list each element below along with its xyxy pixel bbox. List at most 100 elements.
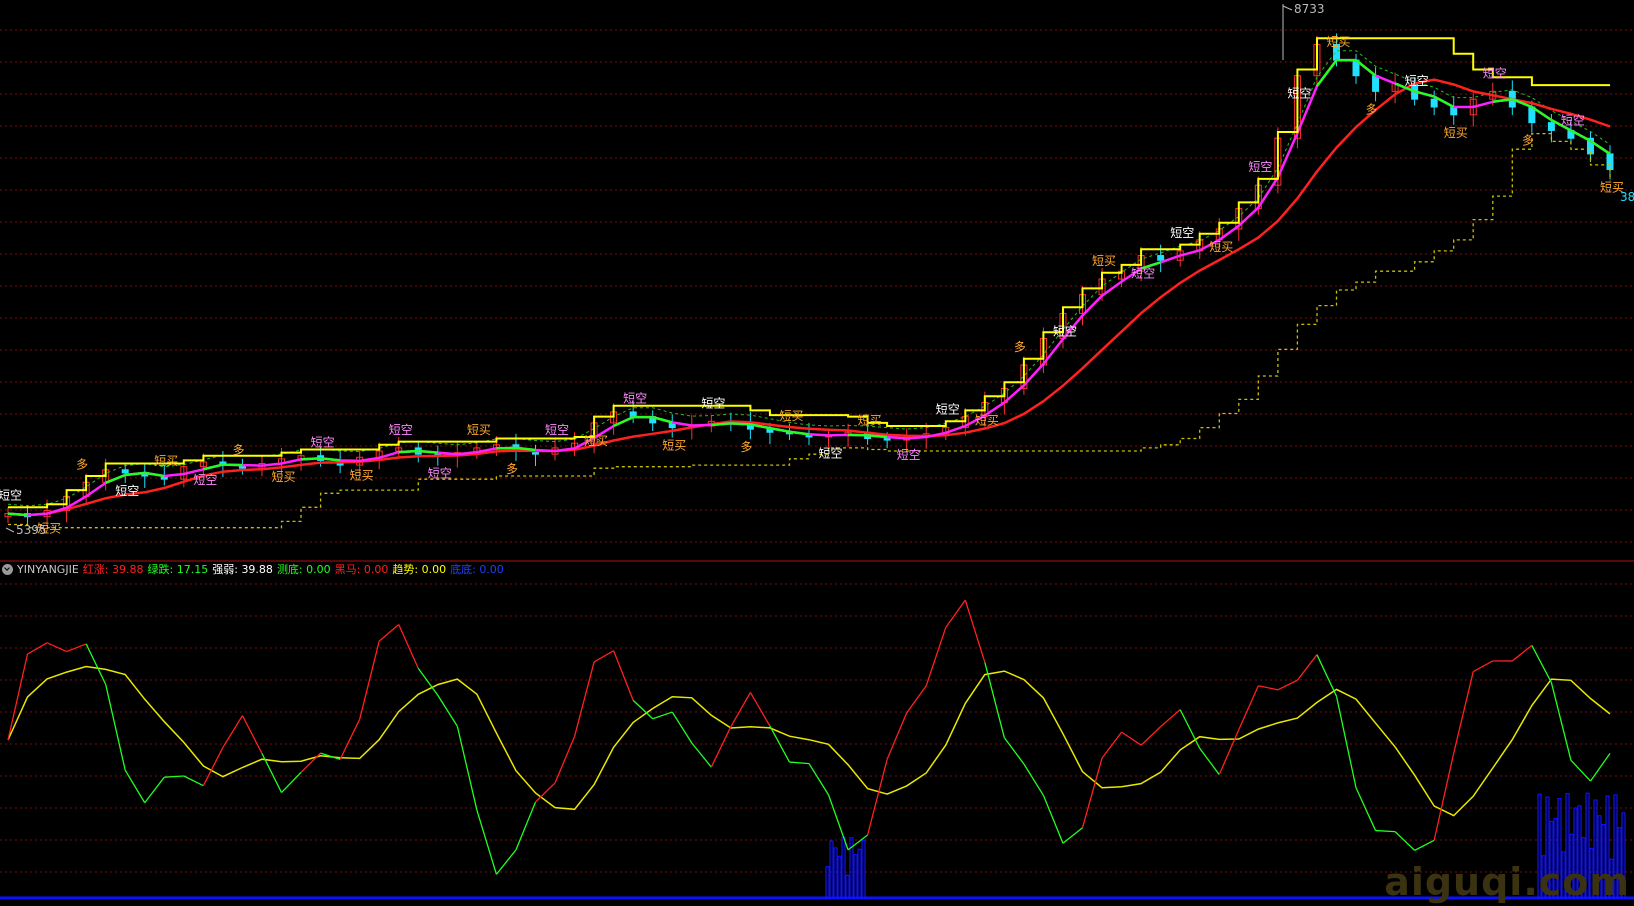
field-cedi: 测底: 0.00 — [276, 563, 331, 576]
signal-label: 多 — [1366, 102, 1378, 116]
candle-down — [1372, 75, 1380, 92]
ma-green-segment — [7, 512, 28, 517]
signal-label: 短空 — [1405, 74, 1429, 88]
osc-green-segment — [1531, 645, 1552, 683]
osc-green-segment — [124, 769, 146, 804]
volume-bar — [837, 855, 842, 899]
chart-canvas[interactable]: 短空短买多短空短买短空多短买短空短买短空短空短买多短空短买短空短买短空多短买短空… — [0, 0, 1634, 906]
high-marker: 8733 — [1282, 2, 1325, 60]
ma-green-segment — [730, 422, 751, 426]
volume-bar — [829, 840, 834, 899]
signal-label: 短买 — [779, 409, 803, 423]
osc-green-segment — [1062, 827, 1083, 844]
osc-green-segment — [183, 775, 204, 787]
osc-red-segment — [925, 627, 947, 686]
low-marker-label: 5395 — [16, 523, 47, 537]
signal-labels: 短空短买多短空短买短空多短买短空短买短空短空短买多短空短买短空短买短空多短买短空… — [0, 35, 1624, 535]
signal-label: 多 — [1014, 340, 1026, 354]
osc-red-segment — [202, 747, 224, 787]
osc-green-segment — [164, 775, 184, 778]
osc-red-segment — [1081, 757, 1103, 828]
field-hongzhang: 红涨: 39.88 — [82, 563, 144, 576]
signal-label: 短买 — [350, 468, 374, 482]
candle-down — [1547, 122, 1555, 131]
osc-green-segment — [1550, 682, 1572, 761]
candle-down — [1157, 255, 1165, 261]
signal-label: 短买 — [858, 414, 882, 428]
volume-bar — [841, 836, 846, 899]
osc-red-segment — [613, 650, 634, 701]
signal-label: 短空 — [1287, 87, 1311, 101]
osc-red-segment — [906, 685, 927, 714]
osc-green-segment — [1023, 763, 1044, 796]
volume-bar — [861, 839, 866, 899]
osc-green-segment — [1042, 795, 1064, 844]
osc-main-line — [7, 599, 1611, 875]
signal-label: 短买 — [1209, 240, 1233, 254]
signal-label: 多 — [740, 440, 752, 454]
signal-label: 短空 — [193, 473, 217, 487]
ma-slow-line — [7, 78, 1611, 517]
osc-green-segment — [1589, 753, 1611, 782]
signal-label: 短买 — [584, 434, 608, 448]
osc-green-segment — [105, 684, 126, 771]
ma-green-segment — [867, 434, 888, 439]
candle-down — [121, 469, 129, 474]
indicator-name[interactable]: YINYANGJIE — [17, 563, 79, 576]
signal-label: 短空 — [428, 467, 452, 481]
osc-red-segment — [535, 782, 556, 803]
ma-green-segment — [496, 446, 516, 450]
osc-red-segment — [573, 661, 595, 737]
signal-label: 短空 — [1561, 113, 1585, 127]
osc-red-segment — [66, 643, 87, 653]
osc-red-segment — [300, 752, 322, 773]
osc-green-segment — [1335, 696, 1357, 788]
osc-signal-line — [7, 665, 1611, 817]
field-qiangruo: 强弱: 39.88 — [212, 563, 273, 576]
signal-label: 短空 — [1248, 160, 1272, 174]
ma-fast-line — [7, 58, 1611, 517]
osc-red-segment — [1140, 726, 1162, 746]
osc-green-segment — [1355, 787, 1377, 831]
signal-label: 短空 — [701, 396, 725, 410]
watermark: aiguqi.com — [1384, 860, 1630, 904]
signal-label: 短买 — [1444, 126, 1468, 140]
osc-red-segment — [1296, 654, 1318, 681]
osc-red-segment — [730, 692, 751, 728]
osc-red-segment — [1238, 685, 1259, 730]
osc-red-segment — [1258, 685, 1279, 691]
osc-green-segment — [85, 643, 107, 685]
signal-label: 短买 — [1326, 35, 1350, 49]
signal-label: 短买 — [154, 454, 178, 468]
osc-red-segment — [1218, 729, 1240, 775]
osc-green-segment — [1199, 747, 1220, 775]
signal-label: 多 — [506, 462, 518, 476]
signal-label: 多 — [76, 457, 88, 471]
signal-label: 多 — [1522, 134, 1534, 148]
field-didi: 底底: 0.00 — [450, 563, 504, 576]
ma-green-segment — [398, 449, 419, 454]
osc-red-segment — [866, 759, 888, 836]
volume-bar — [857, 848, 862, 899]
ma-green-segments — [7, 58, 1611, 517]
signal-label: 短空 — [623, 392, 647, 406]
signal-label: 短买 — [272, 470, 296, 484]
osc-red-segment — [7, 653, 29, 741]
signal-label: 短空 — [0, 489, 22, 503]
volume-bar — [853, 854, 858, 899]
osc-green-segment — [789, 761, 810, 765]
osc-red-segment — [964, 599, 986, 663]
signal-label: 短空 — [897, 448, 921, 462]
osc-red-segment — [710, 726, 732, 768]
osc-green-segment — [1570, 759, 1591, 782]
osc-green-segment — [515, 801, 537, 851]
osc-red-segment — [1121, 731, 1142, 746]
osc-green-segment — [417, 667, 439, 696]
osc-red-segment — [1277, 679, 1298, 691]
grid-lines — [0, 29, 1634, 873]
osc-green-segment — [652, 711, 673, 720]
field-qushi: 趋势: 0.00 — [392, 563, 447, 576]
collapse-icon[interactable] — [2, 563, 13, 575]
osc-red-segment — [339, 719, 361, 760]
osc-green-segment — [456, 726, 478, 811]
